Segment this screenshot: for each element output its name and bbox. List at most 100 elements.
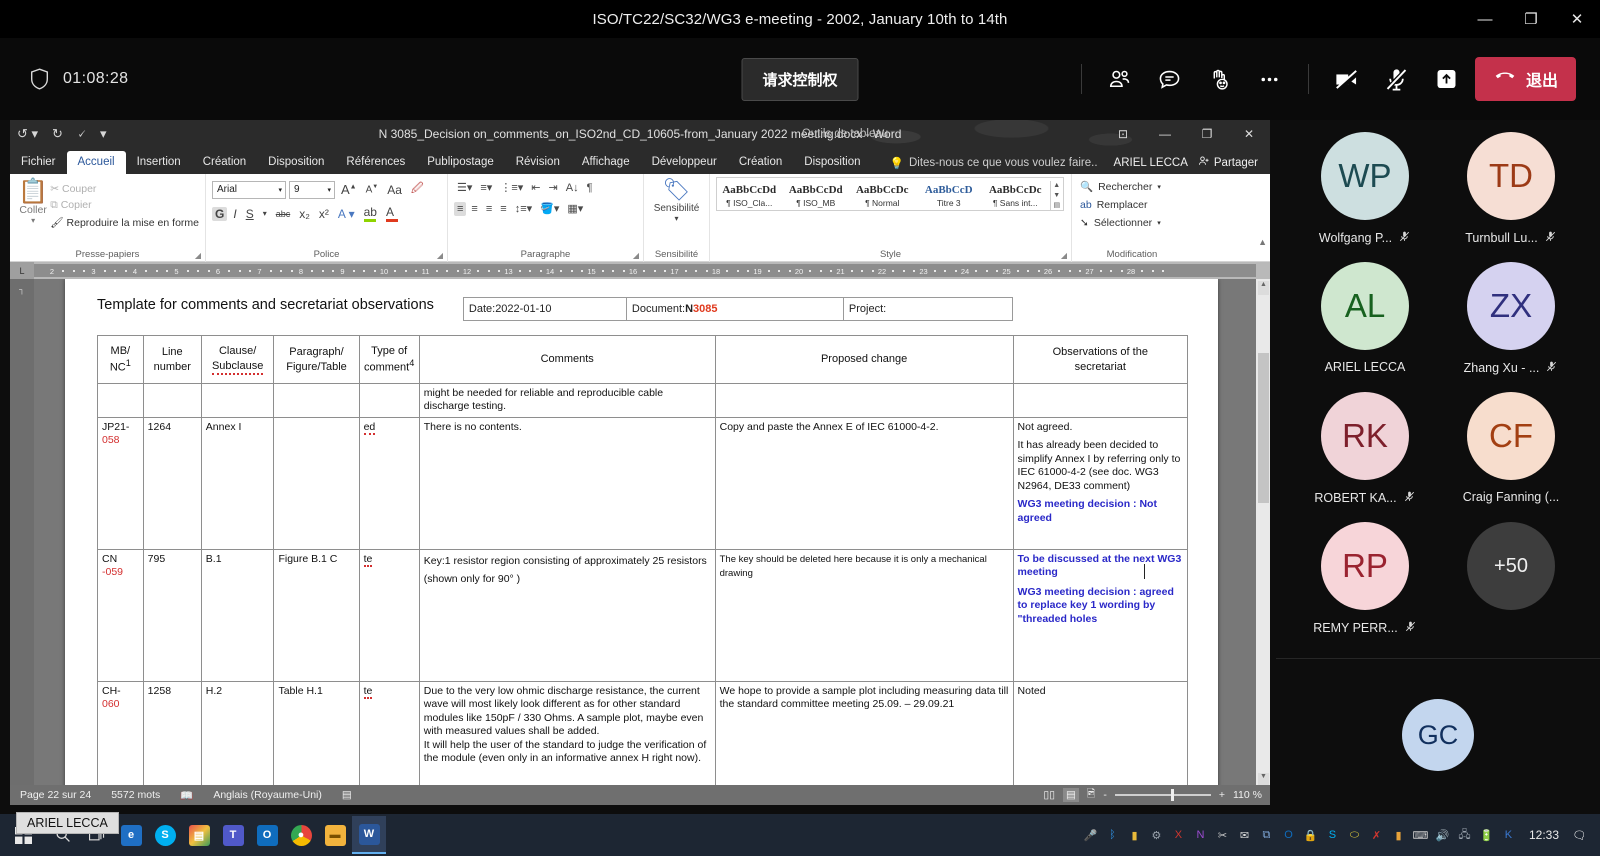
meta-date[interactable]: Date:2022-01-10: [463, 297, 627, 321]
spotlight-participant[interactable]: GC: [1276, 658, 1600, 771]
change-case-icon[interactable]: Aa: [384, 183, 405, 197]
italic-icon[interactable]: I: [230, 207, 239, 221]
cell-mb-nc[interactable]: JP21- 058: [98, 417, 144, 549]
strikethrough-icon[interactable]: abc: [273, 209, 294, 219]
word-close-icon[interactable]: ✕: [1228, 120, 1270, 148]
style-item[interactable]: AaBbCcDc ¶ Normal: [850, 181, 915, 210]
redo-icon[interactable]: ↻: [45, 126, 70, 142]
volume-icon[interactable]: 🔊: [1434, 827, 1451, 844]
cell-paragraph[interactable]: Table H.1: [274, 681, 359, 789]
highlight-icon[interactable]: ab: [361, 205, 380, 222]
numbering-icon[interactable]: ≡▾: [477, 180, 495, 195]
tab-publipostage[interactable]: Publipostage: [416, 151, 505, 174]
participant-tile[interactable]: TDTurnbull Lu...: [1438, 132, 1584, 246]
borders-icon[interactable]: ▦▾: [564, 201, 586, 216]
word-restore-icon[interactable]: ❐: [1186, 120, 1228, 148]
justify-icon[interactable]: ≡: [497, 202, 509, 216]
tab-stop-selector[interactable]: L: [10, 262, 34, 279]
table-row[interactable]: JP21- 058 1264 Annex I ed There is no co…: [98, 417, 1188, 549]
close-icon[interactable]: ✕: [1554, 0, 1600, 38]
maximize-icon[interactable]: ❐: [1508, 0, 1554, 38]
mic-off-icon[interactable]: [1375, 57, 1419, 101]
format-painter-button[interactable]: 🖌 Reproduire la mise en forme: [50, 214, 199, 231]
document-scrollbar[interactable]: ▲ ▼: [1256, 279, 1270, 789]
tab-references[interactable]: Références: [335, 151, 416, 174]
tab-disposition[interactable]: Disposition: [257, 151, 335, 174]
zoom-slider[interactable]: [1115, 794, 1211, 796]
cell-mb-nc[interactable]: [98, 384, 144, 418]
mail-icon[interactable]: ✉: [1236, 827, 1253, 844]
tab-accueil[interactable]: Accueil: [67, 151, 126, 174]
shrink-font-icon[interactable]: A▼: [363, 184, 382, 195]
table-row[interactable]: might be needed for reliable and reprodu…: [98, 384, 1188, 418]
style-item[interactable]: AaBbCcDc ¶ Sans int...: [983, 181, 1048, 210]
proofing-errors-icon[interactable]: 📖: [170, 789, 203, 802]
word-count[interactable]: 5572 mots: [101, 789, 170, 801]
lock-icon[interactable]: 🔒: [1302, 827, 1319, 844]
zoom-slider-handle[interactable]: [1171, 789, 1174, 801]
align-left-icon[interactable]: ≡: [454, 202, 466, 216]
spelling-check-icon[interactable]: 🗸: [70, 126, 93, 142]
cell-comments[interactable]: There is no contents.: [419, 417, 715, 549]
cell-line[interactable]: 1264: [143, 417, 201, 549]
bluetooth-icon[interactable]: ᛒ: [1104, 827, 1121, 844]
find-button[interactable]: 🔍 Rechercher ▾: [1078, 177, 1186, 196]
cell-paragraph[interactable]: [274, 417, 359, 549]
vpn-icon[interactable]: ⬭: [1346, 827, 1363, 844]
mic-icon[interactable]: 🎤: [1082, 827, 1099, 844]
cut-button[interactable]: ✂ Couper: [50, 181, 199, 197]
taskbar-app-skype[interactable]: S: [148, 816, 182, 854]
styles-more-icon[interactable]: ▤: [1053, 201, 1060, 209]
style-item[interactable]: AaBbCcD Titre 3: [917, 181, 982, 210]
style-item[interactable]: AaBbCcDd ¶ ISO_MB: [784, 181, 849, 210]
request-control-button[interactable]: 请求控制权: [741, 58, 858, 101]
macro-record-icon[interactable]: ▤: [332, 789, 362, 801]
cell-proposed[interactable]: [715, 384, 1013, 418]
cell-type[interactable]: ed: [359, 417, 419, 549]
scrollbar-thumb[interactable]: [1258, 353, 1269, 503]
web-layout-icon[interactable]: 🖻: [1087, 786, 1095, 804]
replace-button[interactable]: ab Remplacer: [1078, 196, 1186, 214]
cell-paragraph[interactable]: [274, 384, 359, 418]
tab-fichier[interactable]: Fichier: [10, 151, 67, 174]
pdf-icon[interactable]: X: [1170, 827, 1187, 844]
cell-type[interactable]: [359, 384, 419, 418]
document-canvas[interactable]: ┐ Template for comments and secretariat …: [10, 279, 1270, 789]
share-button[interactable]: Partager: [1198, 155, 1270, 170]
battery-icon[interactable]: 🔋: [1478, 827, 1495, 844]
usb-icon[interactable]: ▮: [1126, 827, 1143, 844]
taskbar-app-outlook[interactable]: O: [250, 816, 284, 854]
taskbar-app-photos[interactable]: ▤: [182, 816, 216, 854]
participant-tile[interactable]: ZXZhang Xu - ...: [1438, 262, 1584, 376]
tab-creation[interactable]: Création: [192, 151, 257, 174]
cell-paragraph[interactable]: Figure B.1 C: [274, 549, 359, 681]
print-layout-icon[interactable]: ▤: [1063, 788, 1079, 802]
meta-project[interactable]: Project:: [843, 297, 1013, 321]
zoom-in-button[interactable]: +: [1219, 789, 1225, 801]
decrease-indent-icon[interactable]: ⇤: [528, 180, 543, 195]
sensitivity-icon[interactable]: 🏷: [650, 177, 703, 203]
network-icon[interactable]: 🖧: [1456, 827, 1473, 844]
select-button[interactable]: ➘ Sélectionner ▾: [1078, 214, 1186, 232]
read-mode-icon[interactable]: ▯▯: [1043, 789, 1055, 801]
robot-icon[interactable]: ⚙: [1148, 827, 1165, 844]
table-row[interactable]: CN -059 795 B.1 Figure B.1 C te Key:1 re…: [98, 549, 1188, 681]
camera-off-icon[interactable]: [1325, 57, 1369, 101]
outlook-tray-icon[interactable]: O: [1280, 827, 1297, 844]
taskbar-clock[interactable]: 12:33: [1522, 828, 1566, 842]
taskbar-app-teams[interactable]: T: [216, 816, 250, 854]
horizontal-ruler[interactable]: 2345678910111213141516171819202122232425…: [34, 264, 1256, 277]
cell-line[interactable]: 1258: [143, 681, 201, 789]
cell-observations[interactable]: Not agreed. It has already been decided …: [1013, 417, 1187, 549]
text-effects-icon[interactable]: A ▾: [335, 207, 358, 221]
meta-document[interactable]: Document: N 3085: [626, 297, 844, 321]
participant-tile[interactable]: +50: [1438, 522, 1584, 636]
page-indicator[interactable]: Page 22 sur 24: [10, 789, 101, 801]
shading-icon[interactable]: 🪣▾: [537, 201, 562, 216]
wifi-icon[interactable]: ⌨: [1412, 827, 1429, 844]
cell-observations[interactable]: [1013, 384, 1187, 418]
cell-type[interactable]: te: [359, 549, 419, 681]
cell-proposed[interactable]: Copy and paste the Annex E of IEC 61000-…: [715, 417, 1013, 549]
snip-icon[interactable]: ✂: [1214, 827, 1231, 844]
scroll-up-icon[interactable]: ▲: [1258, 281, 1269, 295]
